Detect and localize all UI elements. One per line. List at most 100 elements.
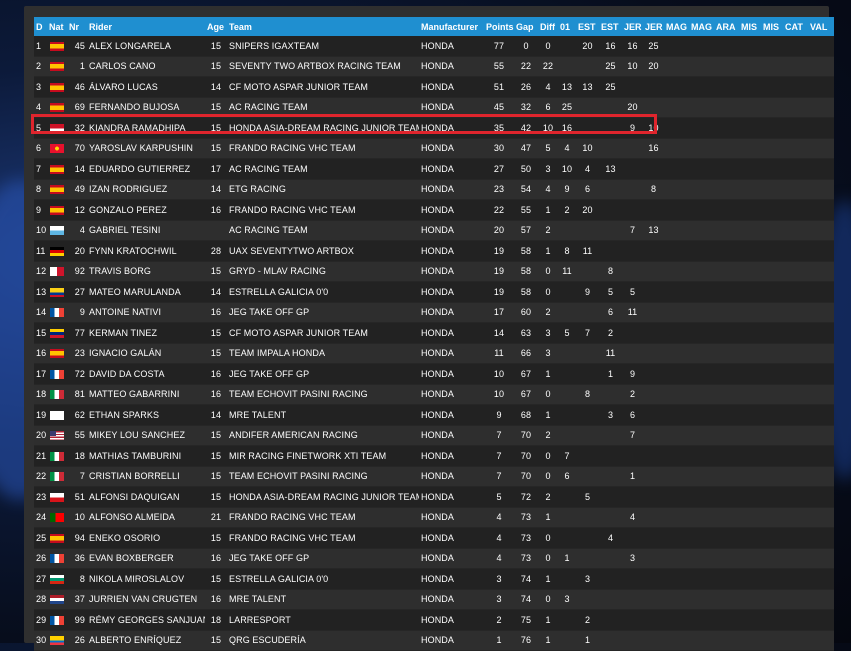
race-result-cell bbox=[664, 261, 689, 282]
column-header[interactable]: Points bbox=[484, 17, 514, 36]
table-row[interactable]: 9 12 GONZALO PEREZ 16 FRANDO RACING VHC TEAM… bbox=[34, 199, 834, 221]
column-header[interactable]: MIS bbox=[761, 17, 783, 36]
race-result-cell bbox=[808, 158, 834, 180]
table-row[interactable]: 20 55 MIKEY LOU SANCHEZ 15 ANDIFER AMERICAN … bbox=[34, 425, 834, 446]
race-result-cell bbox=[622, 445, 643, 467]
table-row[interactable]: 7 14 EDUARDO GUTIERREZ 17 AC RACING TEAM HOND… bbox=[34, 158, 834, 180]
race-result-cell bbox=[643, 199, 664, 221]
table-row[interactable]: 15 77 KERMAN TINEZ 15 CF MOTO ASPAR JUNIOR T… bbox=[34, 322, 834, 344]
race-result-cell bbox=[739, 486, 761, 508]
position-cell: 4 bbox=[34, 97, 47, 118]
race-result-cell bbox=[783, 179, 808, 200]
column-header[interactable]: D bbox=[34, 17, 47, 36]
table-row[interactable]: 21 18 MATHIAS TAMBURINI 15 MIR RACING FINETW… bbox=[34, 445, 834, 467]
team-name: ESTRELLA GALICIA 0'0 bbox=[227, 568, 419, 590]
age-cell: 15 bbox=[205, 97, 227, 118]
column-header[interactable]: Rider bbox=[87, 17, 205, 36]
table-row[interactable]: 13 27 MATEO MARULANDA 14 ESTRELLA GALICIA 0'… bbox=[34, 281, 834, 303]
number-cell: 27 bbox=[67, 281, 87, 303]
race-result-cell bbox=[714, 117, 739, 139]
table-row[interactable]: 6 70 YAROSLAV KARPUSHIN 15 FRANDO RACING VHC… bbox=[34, 138, 834, 159]
table-row[interactable]: 2 1 CARLOS CANO 15 SEVENTY TWO ARTBOX RACING… bbox=[34, 56, 834, 77]
table-row[interactable]: 26 36 EVAN BOXBERGER 16 JEG TAKE OFF GP HONDA… bbox=[34, 548, 834, 569]
gap-cell: 70 bbox=[514, 425, 538, 446]
number-cell: 69 bbox=[67, 97, 87, 118]
gap-cell: 67 bbox=[514, 384, 538, 405]
column-header[interactable]: Team bbox=[227, 17, 419, 36]
table-row[interactable]: 11 20 FYNN KRATOCHWIL 28 UAX SEVENTYTWO ARTB… bbox=[34, 240, 834, 262]
race-result-cell: 8 bbox=[599, 261, 622, 282]
flag-spain-icon bbox=[50, 82, 64, 92]
table-row[interactable]: 14 9 ANTOINE NATIVI 16 JEG TAKE OFF GP HONDA 1… bbox=[34, 302, 834, 323]
column-header[interactable]: MAG bbox=[664, 17, 689, 36]
team-name: AC RACING TEAM bbox=[227, 158, 419, 180]
number-cell: 32 bbox=[67, 117, 87, 139]
race-result-cell bbox=[783, 199, 808, 221]
column-header[interactable]: EST bbox=[599, 17, 622, 36]
column-header[interactable]: Age bbox=[205, 17, 227, 36]
race-result-cell bbox=[739, 527, 761, 549]
table-row[interactable]: 3 46 ÁLVARO LUCAS 14 CF MOTO ASPAR JUNIOR TE… bbox=[34, 76, 834, 98]
race-result-cell bbox=[761, 240, 783, 262]
column-header[interactable]: Gap bbox=[514, 17, 538, 36]
table-row[interactable]: 16 23 IGNACIO GALÁN 15 TEAM IMPALA HONDA HOND… bbox=[34, 343, 834, 364]
race-result-cell bbox=[739, 76, 761, 98]
gap-cell: 60 bbox=[514, 302, 538, 323]
race-result-cell: 1 bbox=[622, 466, 643, 487]
position-cell: 26 bbox=[34, 548, 47, 569]
rider-name: ALFONSI DAQUIGAN bbox=[87, 486, 205, 508]
column-header[interactable]: VAL bbox=[808, 17, 834, 36]
table-row[interactable]: 27 8 NIKOLA MIROSLALOV 15 ESTRELLA GALICIA 0… bbox=[34, 568, 834, 590]
table-row[interactable]: 1 45 ALEX LONGARELA 15 SNIPERS IGAXTEAM HONDA… bbox=[34, 36, 834, 57]
diff-cell: 1 bbox=[538, 568, 558, 590]
race-result-cell bbox=[689, 138, 714, 159]
column-header[interactable]: ARA bbox=[714, 17, 739, 36]
column-header[interactable]: EST bbox=[576, 17, 599, 36]
column-header[interactable]: JER bbox=[622, 17, 643, 36]
column-header[interactable]: MIS bbox=[739, 17, 761, 36]
race-result-cell: 2 bbox=[622, 384, 643, 405]
column-header[interactable]: JER bbox=[643, 17, 664, 36]
race-result-cell bbox=[714, 486, 739, 508]
position-cell: 18 bbox=[34, 384, 47, 405]
table-row[interactable]: 19 62 ETHAN SPARKS 14 MRE TALENT HONDA 9 68 1 3 6 bbox=[34, 404, 834, 426]
race-result-cell bbox=[761, 199, 783, 221]
number-cell: 99 bbox=[67, 609, 87, 631]
position-cell: 13 bbox=[34, 281, 47, 303]
flag-usa-icon bbox=[50, 431, 64, 441]
table-row[interactable]: 4 69 FERNANDO BUJOSA 15 AC RACING TEAM HONDA 4… bbox=[34, 97, 834, 118]
age-cell: 15 bbox=[205, 486, 227, 508]
column-header[interactable]: 01 bbox=[558, 17, 576, 36]
table-row[interactable]: 25 94 ENEKO OSORIO 15 FRANDO RACING VHC TEAM… bbox=[34, 527, 834, 549]
race-result-cell: 7 bbox=[622, 220, 643, 241]
table-row[interactable]: 30 26 ALBERTO ENRÍQUEZ 15 QRG ESCUDERÍA HONDA… bbox=[34, 630, 834, 651]
race-result-cell bbox=[739, 138, 761, 159]
table-row[interactable]: 17 72 DAVID DA COSTA 16 JEG TAKE OFF GP HONDA… bbox=[34, 363, 834, 385]
table-row[interactable]: 10 4 GABRIEL TESINI AC RACING TEAM HONDA 20 57… bbox=[34, 220, 834, 241]
race-result-cell bbox=[783, 589, 808, 610]
flag-cell bbox=[47, 548, 67, 569]
number-cell: 72 bbox=[67, 363, 87, 385]
column-header[interactable]: Nr bbox=[67, 17, 87, 36]
column-header[interactable]: Nat bbox=[47, 17, 67, 36]
manufacturer-cell: HONDA bbox=[419, 97, 484, 118]
table-row[interactable]: 8 49 IZAN RODRIGUEZ 14 ETG RACING HONDA 23 54 4 9… bbox=[34, 179, 834, 200]
table-row[interactable]: 24 10 ALFONSO ALMEIDA 21 FRANDO RACING VHC T… bbox=[34, 507, 834, 528]
race-result-cell: 9 bbox=[576, 281, 599, 303]
table-row[interactable]: 28 37 JURRIEN VAN CRUGTEN 16 MRE TALENT HONDA… bbox=[34, 589, 834, 610]
column-header[interactable]: Diff bbox=[538, 17, 558, 36]
column-header[interactable]: CAT bbox=[783, 17, 808, 36]
table-row[interactable]: 18 81 MATTEO GABARRINI 16 TEAM ECHOVIT PASIN… bbox=[34, 384, 834, 405]
diff-cell: 0 bbox=[538, 384, 558, 405]
table-row[interactable]: 5 32 KIANDRA RAMADHIPA 15 HONDA ASIA-DREAM R… bbox=[34, 117, 834, 139]
table-row[interactable]: 23 51 ALFONSI DAQUIGAN 15 HONDA ASIA-DREAM R… bbox=[34, 486, 834, 508]
gap-cell: 63 bbox=[514, 322, 538, 344]
column-header[interactable]: Manufacturer bbox=[419, 17, 484, 36]
race-result-cell bbox=[599, 179, 622, 200]
gap-cell: 22 bbox=[514, 56, 538, 77]
column-header[interactable]: MAG bbox=[689, 17, 714, 36]
table-row[interactable]: 22 7 CRISTIAN BORRELLI 15 TEAM ECHOVIT PASIN… bbox=[34, 466, 834, 487]
table-row[interactable]: 12 92 TRAVIS BORG 15 GRYD - MLAV RACING HONDA… bbox=[34, 261, 834, 282]
flag-bulgaria-icon bbox=[50, 574, 64, 584]
table-row[interactable]: 29 99 RÉMY GEORGES SANJUAN 18 LARRESPORT HOND… bbox=[34, 609, 834, 631]
